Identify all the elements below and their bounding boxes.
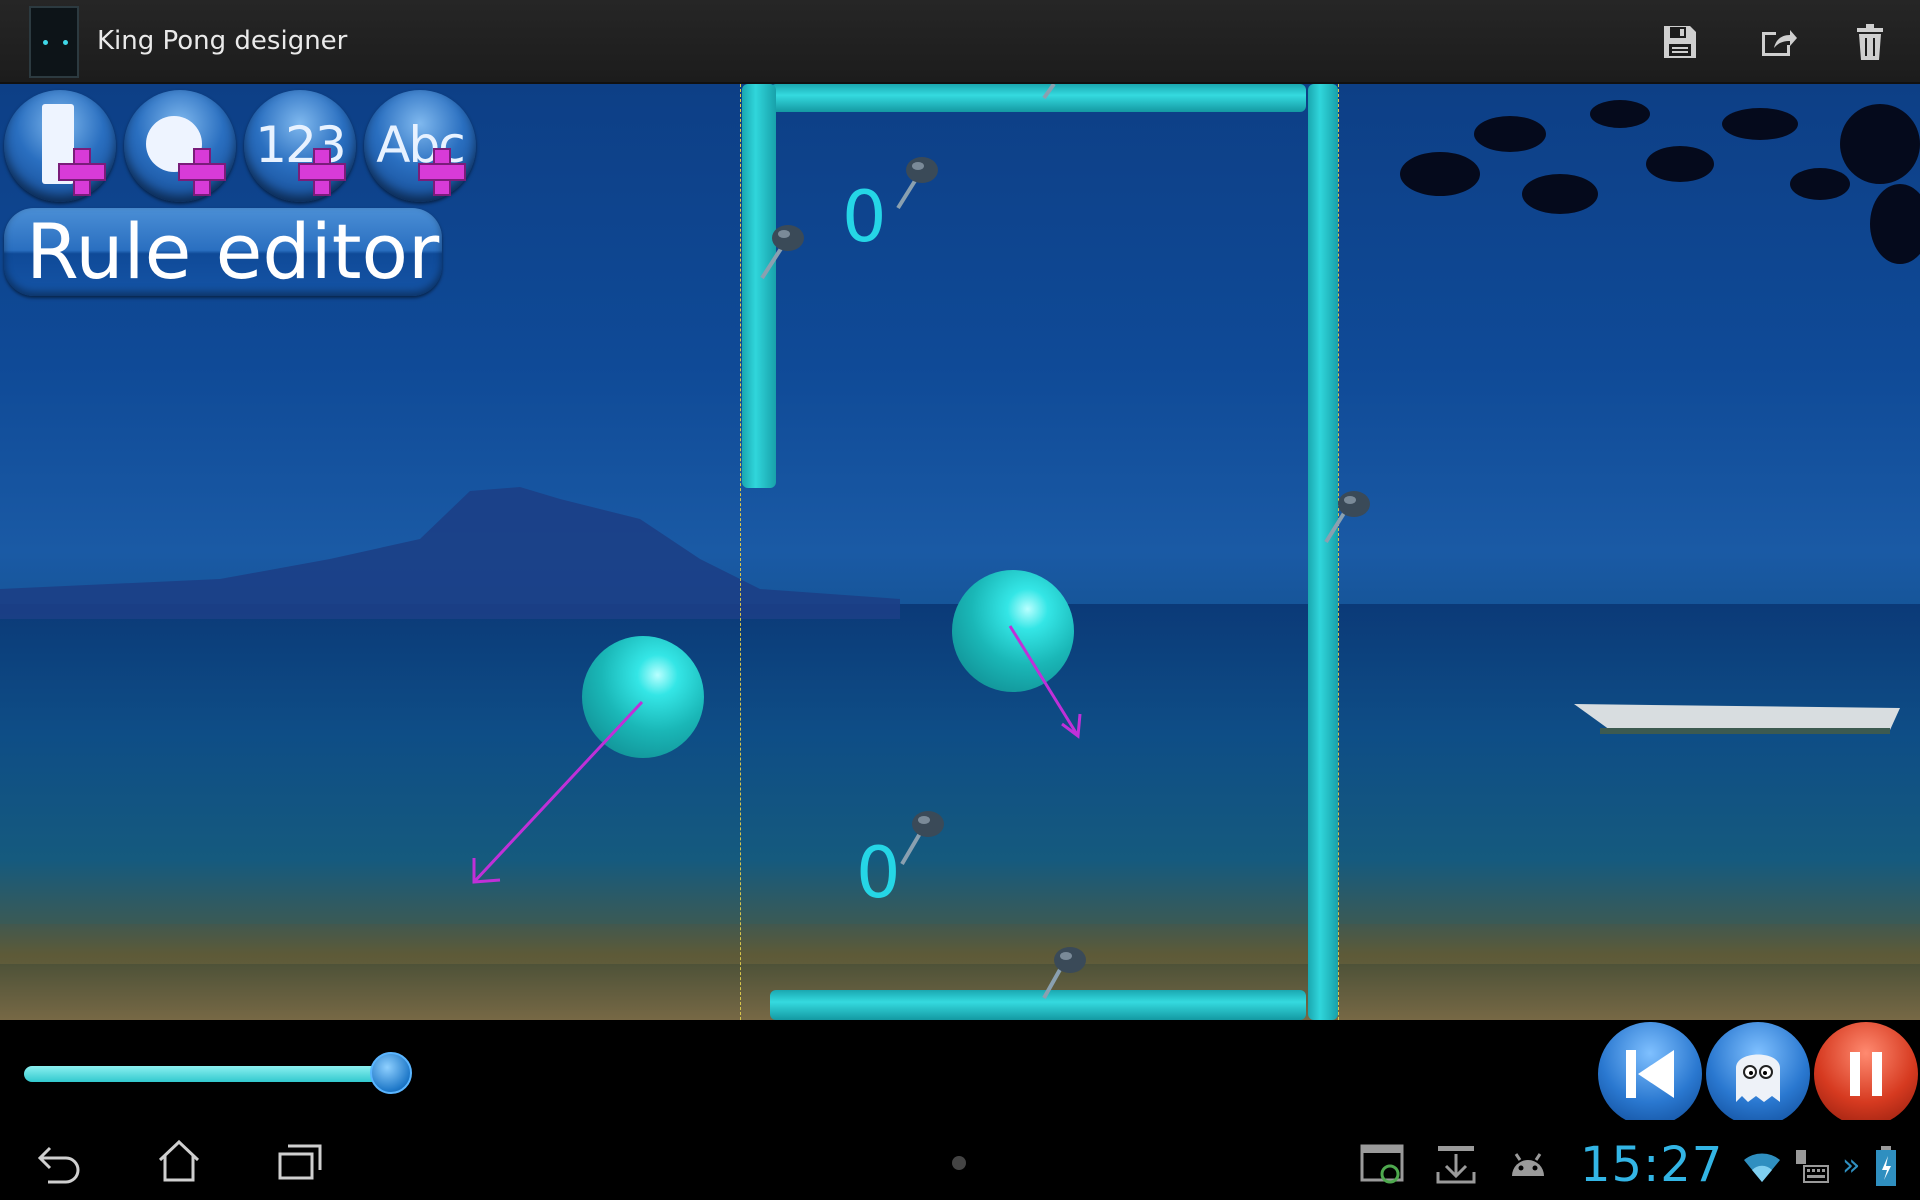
download-icon[interactable] [1434,1142,1478,1186]
plus-icon [178,148,226,196]
plus-icon [58,148,106,196]
game-canvas[interactable]: 123 Abc Rule editor 0 0 [0,84,1920,1020]
plus-icon [418,148,466,196]
rule-editor-button[interactable]: Rule editor [4,208,442,296]
plus-icon [298,148,346,196]
speed-slider[interactable] [24,1066,390,1082]
trash-icon[interactable] [1846,18,1894,66]
screenshot-icon[interactable] [1360,1142,1404,1186]
field-guide-left [740,84,741,1020]
ghost-button[interactable] [1706,1022,1810,1126]
home-icon[interactable] [156,1138,202,1184]
add-text-button[interactable]: Abc [364,90,476,202]
tree-leaves [1400,100,1920,264]
overflow-chevron-icon[interactable]: » [1842,1148,1860,1183]
keyboard-icon [1796,1150,1829,1183]
pause-icon [1850,1052,1882,1096]
ghost-icon [1736,1054,1780,1102]
android-icon[interactable] [1508,1146,1548,1182]
boat [1574,704,1900,734]
add-wall-button[interactable] [4,90,116,202]
rewind-icon [1626,1050,1674,1098]
pin-icon[interactable] [1038,940,1088,1000]
add-ball-button[interactable] [124,90,236,202]
rewind-button[interactable] [1598,1022,1702,1126]
pin-icon[interactable] [896,806,946,866]
speed-slider-thumb[interactable] [370,1052,412,1094]
pin-icon[interactable] [890,152,940,212]
velocity-arrow-icon[interactable] [460,694,660,894]
recent-apps-icon[interactable] [276,1142,324,1182]
save-icon[interactable] [1656,18,1704,66]
pin-icon[interactable] [756,220,806,280]
left-wall[interactable] [742,84,776,488]
pin-icon[interactable] [1040,84,1070,100]
app-logo-icon[interactable] [29,6,79,78]
action-bar: King Pong designer [0,0,1920,84]
app-title: King Pong designer [97,26,348,56]
battery-icon [1876,1146,1896,1186]
page-indicator-dot [952,1156,966,1170]
pin-icon[interactable] [1324,484,1374,544]
field-guide-right [1338,84,1339,1020]
share-icon[interactable] [1752,18,1800,66]
pause-button[interactable] [1814,1022,1918,1126]
status-clock: 15:27 [1580,1137,1724,1193]
back-icon[interactable] [36,1140,84,1184]
score-bottom[interactable]: 0 [856,832,901,914]
island-silhouette [0,487,900,619]
velocity-arrow-icon[interactable] [996,614,1086,744]
score-top[interactable]: 0 [842,176,887,258]
top-wall[interactable] [770,84,1306,112]
wifi-icon [1744,1153,1780,1182]
add-number-button[interactable]: 123 [244,90,356,202]
right-wall[interactable] [1308,84,1338,1020]
